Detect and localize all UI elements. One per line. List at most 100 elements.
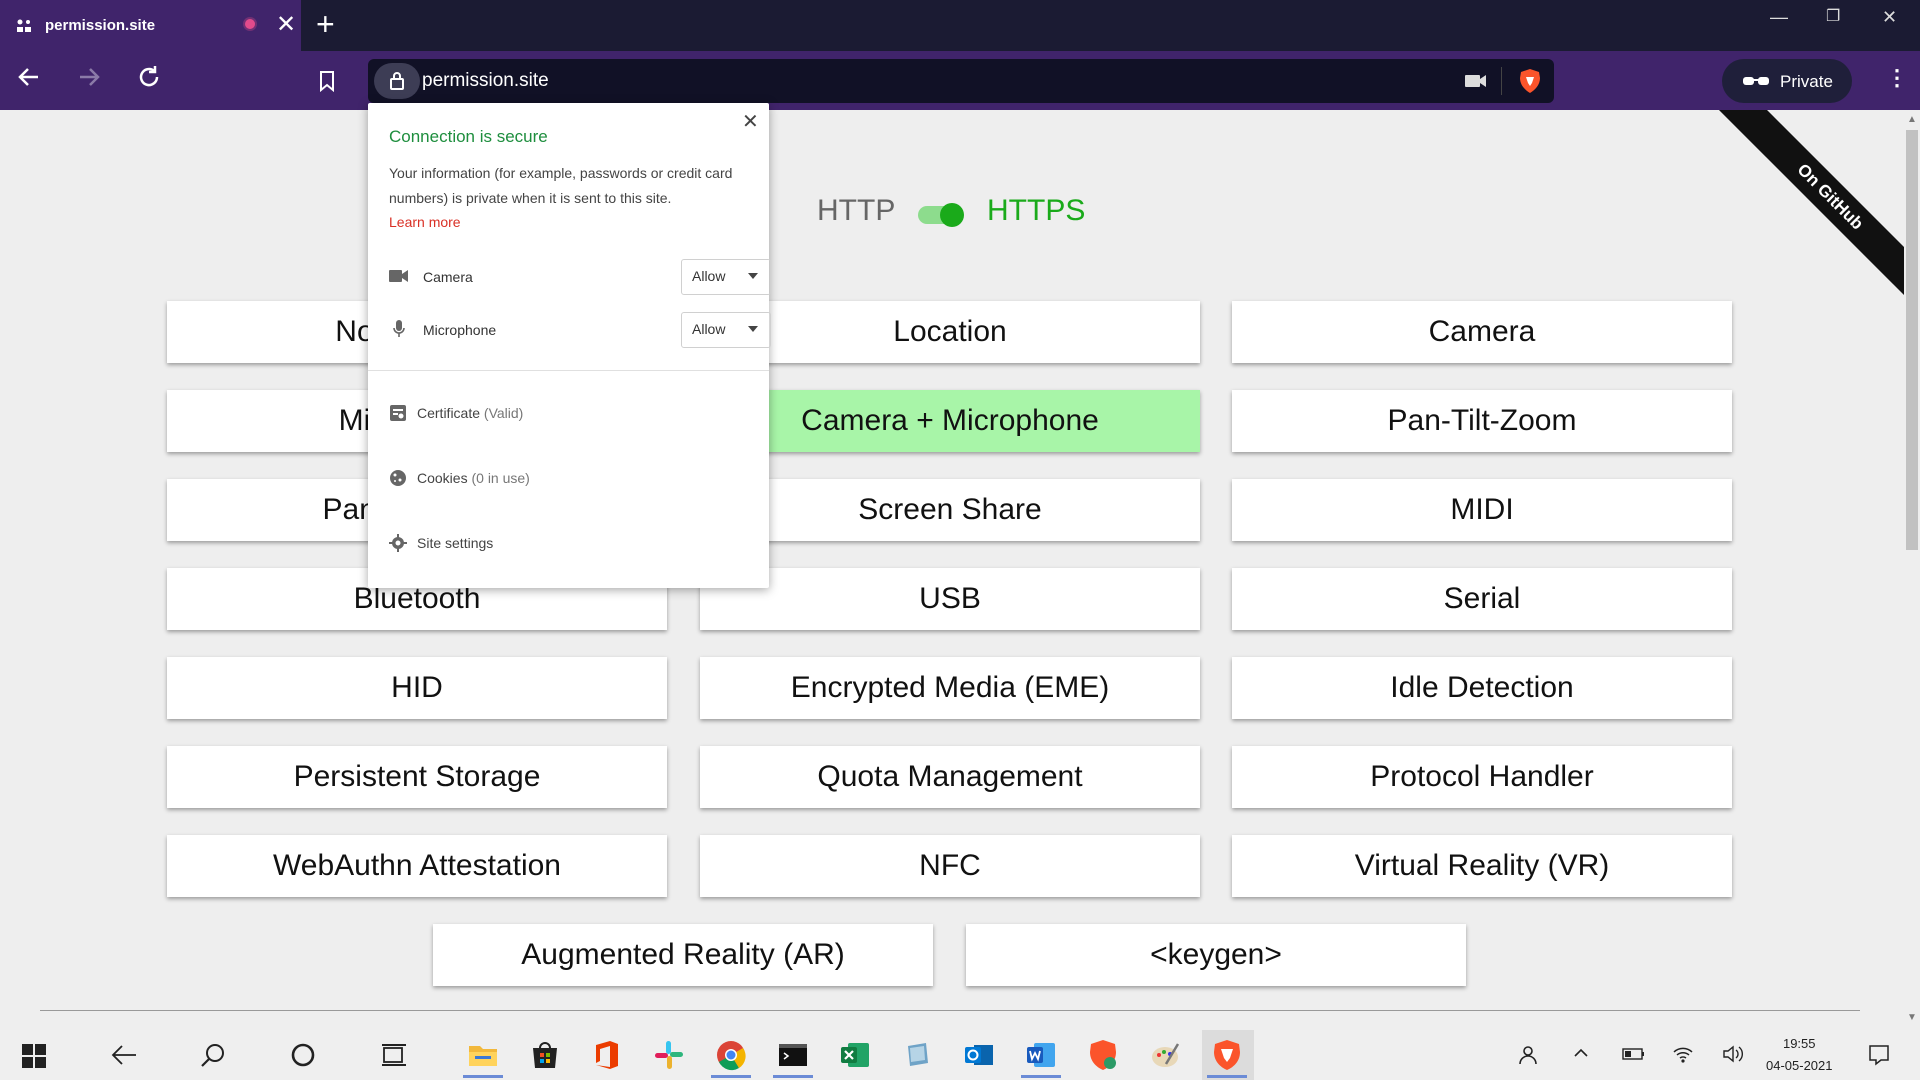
task-view-icon[interactable] [380,1042,408,1073]
browser-toolbar: permission.site Private ⋮ [0,51,1920,110]
permission-button[interactable]: USB [700,568,1200,630]
lock-icon [389,71,405,96]
excel-icon[interactable] [838,1038,872,1072]
permission-button[interactable]: Pan-Tilt-Zoom [1232,390,1732,452]
minimize-button[interactable]: — [1770,7,1788,28]
store-icon[interactable] [528,1038,562,1072]
site-settings-link[interactable]: Site settings [389,529,749,559]
page-divider [40,1010,1860,1011]
scrollbar-thumb[interactable] [1906,130,1918,550]
permission-button[interactable]: Virtual Reality (VR) [1232,835,1732,897]
camera-permission-select[interactable]: Allow [681,259,771,295]
title-bar: permission.site ✕ + — ❐ ✕ [0,0,1920,51]
system-clock[interactable]: 19:55 04-05-2021 [1766,1033,1833,1077]
slack-icon[interactable] [652,1038,686,1072]
taskbar-back-icon[interactable] [110,1042,138,1073]
browser-tab[interactable]: permission.site ✕ [0,0,301,51]
permission-button[interactable]: Idle Detection [1232,657,1732,719]
wifi-icon[interactable] [1672,1044,1694,1069]
camera-in-use-icon[interactable] [1464,72,1488,95]
url-text[interactable]: permission.site [422,70,549,92]
popup-close-icon[interactable]: ✕ [742,109,759,134]
word-icon[interactable] [1024,1038,1058,1072]
permission-button[interactable]: Screen Share [700,479,1200,541]
github-ribbon-container: On GitHub [1700,110,1920,330]
forward-button[interactable] [76,64,102,97]
scroll-down-arrow-icon[interactable]: ▼ [1907,1012,1917,1023]
https-label[interactable]: HTTPS [987,194,1085,228]
permission-button[interactable]: Quota Management [700,746,1200,808]
permission-button[interactable]: Serial [1232,568,1732,630]
certificate-label: Certificate (Valid) [417,405,524,421]
cortana-icon[interactable] [290,1042,316,1073]
permission-button[interactable]: NFC [700,835,1200,897]
permission-button[interactable]: <keygen> [966,924,1466,986]
permission-button[interactable]: Camera [1232,301,1732,363]
toggle-knob [940,203,964,227]
site-info-button[interactable] [374,63,420,99]
permission-row-microphone: Microphone Allow [389,312,771,348]
http-label[interactable]: HTTP [817,194,895,228]
battery-icon[interactable] [1622,1046,1646,1067]
protocol-toggle[interactable] [918,203,964,227]
outlook-icon[interactable] [962,1038,996,1072]
brave-shields-icon[interactable] [1518,68,1542,99]
notes-app-icon[interactable] [900,1038,934,1072]
permission-button[interactable]: Location [700,301,1200,363]
office-icon[interactable] [590,1038,624,1072]
paint-icon[interactable] [1148,1038,1182,1072]
certificate-link[interactable]: Certificate (Valid) [389,399,749,429]
back-button[interactable] [16,64,42,97]
permission-button-active[interactable]: Camera + Microphone [700,390,1200,452]
windows-start-icon[interactable] [22,1044,46,1073]
cookies-icon [389,469,407,490]
new-tab-button[interactable]: + [316,6,335,43]
camera-icon [389,269,409,288]
permission-button[interactable]: Persistent Storage [167,746,667,808]
cookies-link[interactable]: Cookies (0 in use) [389,464,749,494]
permission-label: Camera [423,269,473,285]
permission-button[interactable]: Augmented Reality (AR) [433,924,933,986]
private-window-badge[interactable]: Private [1722,59,1852,103]
brave-private-icon[interactable] [1210,1038,1244,1072]
bookmark-button[interactable] [318,67,336,99]
running-indicator [773,1075,813,1078]
chevron-up-icon[interactable] [1572,1044,1590,1067]
github-ribbon[interactable]: On GitHub [1700,110,1920,330]
volume-icon[interactable] [1722,1044,1744,1069]
close-window-button[interactable]: ✕ [1882,7,1897,28]
clock-time: 19:55 [1782,1036,1816,1051]
permission-button[interactable]: Protocol Handler [1232,746,1732,808]
permission-button[interactable]: HID [167,657,667,719]
notifications-icon[interactable] [1868,1044,1890,1071]
file-explorer-icon[interactable] [466,1038,500,1072]
running-indicator [711,1075,751,1078]
running-indicator [463,1075,503,1078]
menu-kebab-icon[interactable]: ⋮ [1886,65,1908,91]
select-value: Allow [692,268,726,284]
chrome-icon[interactable] [714,1038,748,1072]
tab-title: permission.site [45,17,156,34]
reload-button[interactable] [136,64,162,97]
select-value: Allow [692,321,726,337]
address-bar[interactable]: permission.site [368,59,1554,103]
permission-button[interactable]: MIDI [1232,479,1732,541]
site-info-popup: ✕ Connection is secure Your information … [368,103,771,588]
permission-button[interactable]: WebAuthn Attestation [167,835,667,897]
terminal-icon[interactable] [776,1038,810,1072]
permission-button[interactable]: Encrypted Media (EME) [700,657,1200,719]
tab-close-icon[interactable]: ✕ [276,10,296,39]
omnibox-divider [1501,67,1502,95]
people-icon[interactable] [1516,1044,1538,1071]
cookies-label: Cookies (0 in use) [417,470,530,486]
running-indicator [1207,1075,1247,1078]
restore-button[interactable]: ❐ [1826,6,1840,26]
microphone-permission-select[interactable]: Allow [681,312,771,348]
learn-more-link[interactable]: Learn more [389,214,461,230]
scroll-up-arrow-icon[interactable]: ▲ [1907,114,1917,125]
brave-icon[interactable] [1086,1038,1120,1072]
chevron-down-icon [748,273,758,279]
certificate-icon [389,404,407,425]
search-icon[interactable] [200,1042,226,1073]
protocol-toggle-row: HTTP HTTPS [817,190,1087,236]
